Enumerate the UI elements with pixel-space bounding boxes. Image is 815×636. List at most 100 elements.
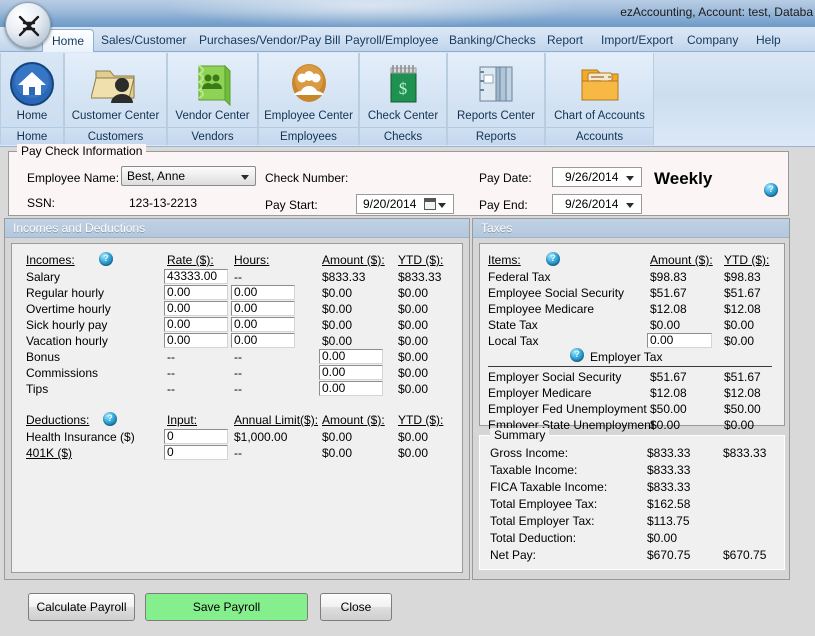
chevron-down-icon[interactable] xyxy=(626,176,634,181)
menu-item-import-export[interactable]: Import/Export xyxy=(592,29,682,52)
tax-row-label: Employee Social Security xyxy=(488,286,624,300)
income-hours-input[interactable]: 0.00 xyxy=(231,285,295,300)
summary-row-ytd: $833.33 xyxy=(723,446,766,460)
help-icon-deductions[interactable] xyxy=(103,412,117,426)
deduction-ytd-value: $0.00 xyxy=(398,446,428,460)
ribbon-label-checks: Check Center xyxy=(360,110,446,123)
check-number-label: Check Number: xyxy=(265,171,348,185)
local-tax-input[interactable]: 0.00 xyxy=(647,333,712,348)
income-amount-value: $0.00 xyxy=(322,302,352,316)
incomes-deductions-title: Incomes and Deductions xyxy=(5,219,469,238)
income-hours-input[interactable]: 0.00 xyxy=(231,301,295,316)
ribbon-footer-reports: Reports xyxy=(448,127,544,145)
calendar-icon[interactable] xyxy=(424,198,436,210)
income-amount-input[interactable]: 0.00 xyxy=(319,349,383,364)
income-ytd-value: $0.00 xyxy=(398,382,428,396)
income-rate-input[interactable]: 43333.00 xyxy=(164,269,228,284)
menu-item-sales-customer[interactable]: Sales/Customer xyxy=(92,29,195,52)
income-rate-input[interactable]: 0.00 xyxy=(164,301,228,316)
customer-folder-icon xyxy=(65,58,166,110)
menu-item-banking-checks[interactable]: Banking/Checks xyxy=(440,29,545,52)
pay-start-input[interactable]: 9/20/2014 xyxy=(356,194,454,214)
help-icon-paycheck[interactable] xyxy=(764,183,778,197)
menu-item-help[interactable]: Help xyxy=(747,29,790,52)
employer-tax-amount: $0.00 xyxy=(650,418,680,432)
deduction-amount-value: $0.00 xyxy=(322,430,352,444)
help-icon-employer-tax[interactable] xyxy=(570,348,584,362)
chevron-down-icon[interactable] xyxy=(438,203,446,208)
chevron-down-icon[interactable] xyxy=(626,203,634,208)
col-header-rate: Rate ($): xyxy=(167,253,214,267)
deduction-input[interactable]: 0 xyxy=(164,429,228,444)
income-hours-input[interactable]: 0.00 xyxy=(231,333,295,348)
employer-tax-row-label: Employer Fed Unemployment xyxy=(488,402,647,416)
income-row-label: Salary xyxy=(26,270,60,284)
ribbon-group-reports[interactable]: Reports Center Reports xyxy=(447,53,545,145)
ribbon-group-customers[interactable]: Customer Center Customers xyxy=(64,53,167,145)
titlebar-glow xyxy=(160,0,580,27)
ribbon-group-vendors[interactable]: Vendor Center Vendors xyxy=(167,53,258,145)
income-amount-input[interactable]: 0.00 xyxy=(319,365,383,380)
save-payroll-button[interactable]: Save Payroll xyxy=(145,593,308,621)
income-ytd-value: $833.33 xyxy=(398,270,441,284)
ssn-label: SSN: xyxy=(27,196,55,210)
ribbon-group-checks[interactable]: $ Check Center Checks xyxy=(359,53,447,145)
tax-amount-value: $12.08 xyxy=(650,302,687,316)
tax-row-label: Local Tax xyxy=(488,334,538,348)
income-rate-input[interactable]: 0.00 xyxy=(164,285,228,300)
pay-end-input[interactable]: 9/26/2014 xyxy=(552,194,642,214)
main-menubar: Home Sales/Customer Purchases/Vendor/Pay… xyxy=(0,27,815,52)
employer-tax-amount: $51.67 xyxy=(650,370,687,384)
pay-date-input[interactable]: 9/26/2014 xyxy=(552,167,642,187)
help-icon-taxes[interactable] xyxy=(546,252,560,266)
help-icon-incomes[interactable] xyxy=(99,252,113,266)
income-rate-input[interactable]: 0.00 xyxy=(164,333,228,348)
tax-amount-value: $51.67 xyxy=(650,286,687,300)
employee-name-select[interactable]: Best, Anne xyxy=(121,166,256,186)
menu-item-payroll-employee[interactable]: Payroll/Employee xyxy=(336,29,447,52)
close-button[interactable]: Close xyxy=(320,593,392,621)
summary-row-amount: $113.75 xyxy=(647,514,690,528)
summary-row-label: Total Employer Tax: xyxy=(490,514,595,528)
summary-row-label: Total Employee Tax: xyxy=(490,497,597,511)
employee-name-value: Best, Anne xyxy=(127,169,185,183)
income-row-label: Sick hourly pay xyxy=(26,318,107,332)
col-header-ded-limit: Annual Limit($): xyxy=(234,413,318,427)
ssn-value: 123-13-2213 xyxy=(129,196,197,210)
deduction-input[interactable]: 0 xyxy=(164,445,228,460)
menu-item-home[interactable]: Home xyxy=(42,29,94,53)
svg-text:$: $ xyxy=(399,79,408,98)
ribbon-group-home[interactable]: Home Home xyxy=(0,53,64,145)
summary-row-amount: $833.33 xyxy=(647,480,690,494)
menu-item-company[interactable]: Company xyxy=(678,29,747,52)
deduction-ytd-value: $0.00 xyxy=(398,430,428,444)
calculate-payroll-button[interactable]: Calculate Payroll xyxy=(28,593,135,621)
ribbon-footer-home: Home xyxy=(1,127,63,145)
menu-item-purchases-vendor[interactable]: Purchases/Vendor/Pay Bill xyxy=(190,29,349,52)
app-logo-icon[interactable] xyxy=(5,2,51,48)
deduction-row-label[interactable]: 401K ($) xyxy=(26,446,72,460)
employer-tax-amount: $50.00 xyxy=(650,402,687,416)
ribbon-group-accounts[interactable]: Chart of Accounts Accounts xyxy=(545,53,654,145)
ribbon-label-reports: Reports Center xyxy=(448,110,544,123)
summary-group: Summary Gross Income: $833.33 $833.33 Ta… xyxy=(479,435,785,570)
taxes-section: Taxes Items: Amount ($): YTD ($): Federa… xyxy=(472,218,790,580)
home-icon xyxy=(1,58,63,110)
employer-tax-divider-label: Employer Tax xyxy=(590,350,662,364)
col-header-tax-amount: Amount ($): xyxy=(650,253,713,267)
tax-row-label: Federal Tax xyxy=(488,270,550,284)
income-rate-input[interactable]: 0.00 xyxy=(164,317,228,332)
pay-start-label: Pay Start: xyxy=(265,198,318,212)
income-hours-input[interactable]: 0.00 xyxy=(231,317,295,332)
ribbon-label-home: Home xyxy=(1,110,63,123)
ribbon-group-employees[interactable]: Employee Center Employees xyxy=(258,53,359,145)
menu-item-report[interactable]: Report xyxy=(538,29,592,52)
incomes-deductions-section: Incomes and Deductions Incomes: Rate ($)… xyxy=(4,218,470,580)
income-row-label: Overtime hourly xyxy=(26,302,111,316)
income-ytd-value: $0.00 xyxy=(398,366,428,380)
income-amount-input[interactable]: 0.00 xyxy=(319,381,383,396)
pay-frequency-label: Weekly xyxy=(654,169,712,189)
income-row-label: Vacation hourly xyxy=(26,334,108,348)
income-ytd-value: $0.00 xyxy=(398,334,428,348)
income-hours-value: -- xyxy=(234,382,242,396)
